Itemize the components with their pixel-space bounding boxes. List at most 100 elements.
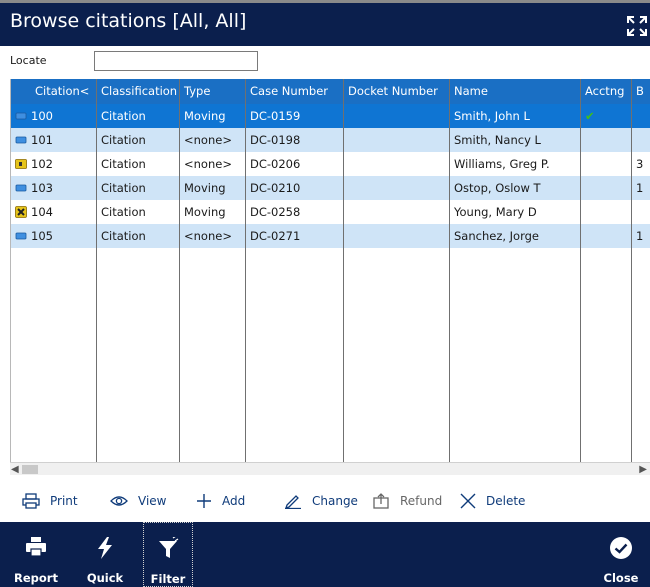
scroll-left-icon[interactable]: ◀: [11, 463, 19, 476]
refund-icon: [373, 493, 389, 509]
printer-icon: [22, 493, 40, 509]
citation-number: 102: [31, 157, 53, 171]
cell-citation: 100: [11, 104, 97, 128]
delete-button[interactable]: Delete: [460, 490, 525, 512]
cell-docket-number: [344, 200, 450, 224]
cell-docket-number: [344, 152, 450, 176]
cell-type: Moving: [184, 109, 226, 123]
table-row[interactable]: 104 Citation Moving DC-0258 Young, Mary D: [11, 200, 650, 224]
cell-b: 3: [636, 157, 644, 171]
col-header-classification[interactable]: Classification: [97, 79, 180, 104]
scroll-right-icon[interactable]: ▶: [639, 463, 647, 476]
scroll-thumb[interactable]: [22, 465, 38, 474]
pencil-icon: [284, 495, 301, 509]
print-button[interactable]: Print: [22, 490, 78, 512]
table-row[interactable]: 102 Citation <none> DC-0206 Williams, Greg P…: [11, 152, 650, 176]
cell-case-number: DC-0258: [250, 205, 301, 219]
eye-icon: [110, 496, 128, 506]
col-header-acctng[interactable]: Acctng: [581, 79, 632, 104]
report-label: Report: [14, 571, 58, 585]
cell-type: Moving: [184, 181, 226, 195]
close-x-icon: [460, 493, 476, 509]
cell-case-number: DC-0198: [250, 133, 301, 147]
cell-classification: Citation: [101, 229, 146, 243]
citation-number: 104: [31, 205, 53, 219]
view-button[interactable]: View: [110, 490, 166, 512]
acctng-check: ✔: [585, 109, 595, 123]
cell-case-number: DC-0210: [250, 181, 301, 195]
report-button[interactable]: Report: [10, 522, 62, 587]
citation-number: 105: [31, 229, 53, 243]
acctng-check: [581, 176, 632, 200]
cell-classification: Citation: [101, 181, 146, 195]
cell-name: Smith, John L: [454, 109, 530, 123]
cell-docket-number: [344, 128, 450, 152]
locate-label: Locate: [10, 54, 47, 67]
view-label: View: [138, 494, 167, 508]
citations-grid: Citation< Classification Type Case Numbe…: [10, 79, 650, 462]
table-row[interactable]: 100 Citation Moving DC-0159 Smith, John L ✔: [11, 104, 650, 128]
add-button[interactable]: Add: [196, 490, 245, 512]
cell-classification: Citation: [101, 157, 146, 171]
action-bar: Print View Add Change Refund Delete: [0, 478, 650, 522]
horizontal-scrollbar[interactable]: ◀ ▶: [10, 462, 650, 475]
cell-name: Ostop, Oslow T: [454, 181, 541, 195]
cell-citation: 103: [11, 176, 97, 200]
add-label: Add: [222, 494, 246, 508]
refund-button[interactable]: Refund: [372, 490, 442, 512]
cell-citation: 101: [11, 128, 97, 152]
change-label: Change: [312, 494, 358, 508]
cell-docket-number: [344, 104, 450, 128]
fullscreen-icon[interactable]: [626, 15, 648, 37]
print-label: Print: [50, 494, 78, 508]
col-header-type[interactable]: Type: [180, 79, 246, 104]
folder-x-icon: [15, 205, 31, 219]
delete-label: Delete: [486, 494, 526, 508]
col-header-case-number[interactable]: Case Number: [246, 79, 344, 104]
citation-number: 100: [31, 109, 53, 123]
col-header-b[interactable]: B: [632, 79, 650, 104]
change-button[interactable]: Change: [284, 490, 358, 512]
cell-type: Moving: [184, 205, 226, 219]
citation-number: 101: [31, 133, 53, 147]
plus-icon: [197, 494, 211, 508]
grid-header: Citation< Classification Type Case Numbe…: [11, 79, 650, 104]
quick-label: Quick: [86, 571, 124, 585]
cell-b: 1: [636, 229, 644, 243]
folder-blue-icon: [15, 229, 31, 243]
lightning-icon: [98, 537, 112, 559]
cell-name: Sanchez, Jorge: [454, 229, 539, 243]
cell-b: [632, 200, 650, 224]
folder-blue-icon: [15, 109, 31, 123]
cell-citation: 102: [11, 152, 97, 176]
table-row[interactable]: 103 Citation Moving DC-0210 Ostop, Oslow T 1: [11, 176, 650, 200]
col-header-name[interactable]: Name: [450, 79, 581, 104]
close-button[interactable]: Close: [598, 522, 644, 587]
acctng-check: [581, 128, 632, 152]
table-row[interactable]: 101 Citation <none> DC-0198 Smith, Nancy L: [11, 128, 650, 152]
window-title: Browse citations [All, All]: [10, 10, 247, 32]
cell-b: 1: [636, 181, 644, 195]
folder-blue-icon: [15, 133, 31, 147]
quick-button[interactable]: Quick: [80, 522, 130, 587]
col-header-citation[interactable]: Citation<: [11, 79, 97, 104]
check-circle-icon: [610, 537, 632, 559]
locate-input[interactable]: [94, 51, 258, 71]
cell-case-number: DC-0159: [250, 109, 301, 123]
cell-citation: 104: [11, 200, 97, 224]
table-row[interactable]: 105 Citation <none> DC-0271 Sanchez, Jorge 1: [11, 224, 650, 248]
cell-name: Smith, Nancy L: [454, 133, 541, 147]
col-header-docket-number[interactable]: Docket Number: [344, 79, 450, 104]
cell-docket-number: [344, 224, 450, 248]
cell-docket-number: [344, 176, 450, 200]
cell-type: <none>: [184, 133, 232, 147]
acctng-check: [581, 224, 632, 248]
cell-type: <none>: [184, 157, 232, 171]
cell-b: [632, 128, 650, 152]
filter-button[interactable]: Filter: [143, 522, 193, 587]
cell-name: Williams, Greg P.: [454, 157, 550, 171]
cell-classification: Citation: [101, 133, 146, 147]
cell-b: [632, 104, 650, 128]
folder-blue-icon: [15, 181, 31, 195]
acctng-check: [581, 200, 632, 224]
